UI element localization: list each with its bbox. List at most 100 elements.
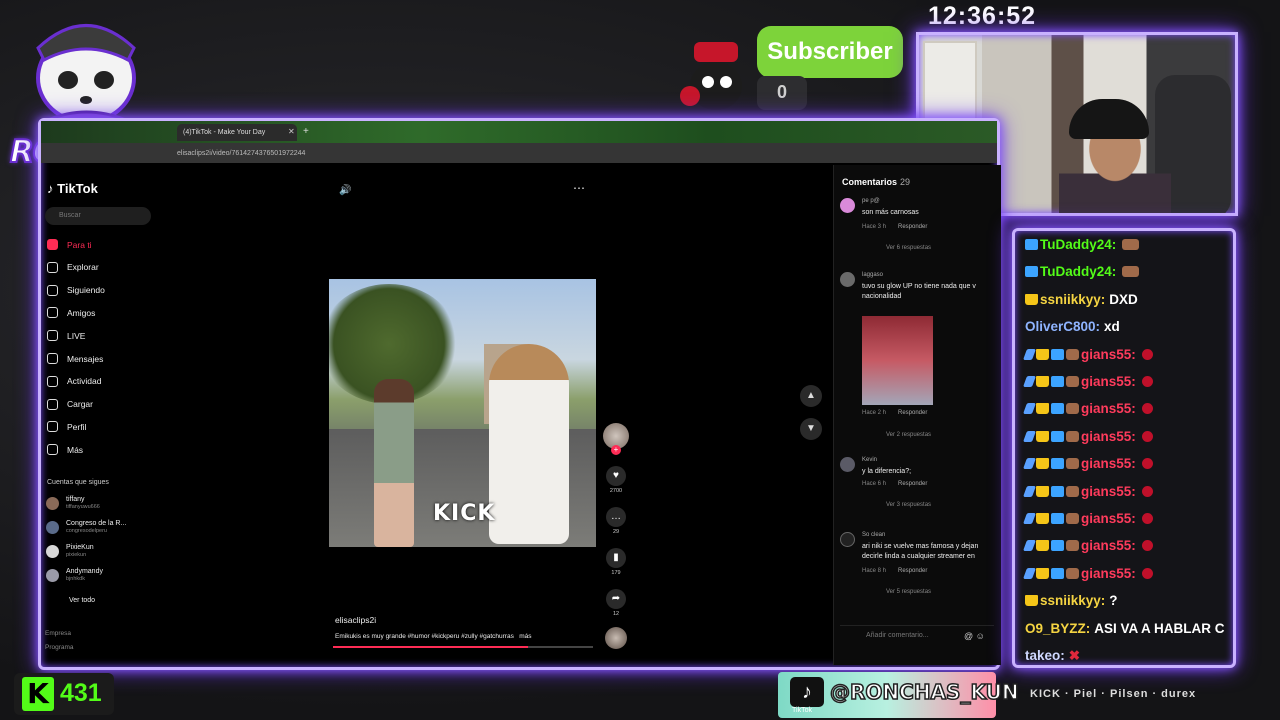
chat-username[interactable]: O9_BYZZ: [1025,621,1090,636]
chat-username[interactable]: ssniikkyy: [1040,292,1105,307]
comment-user[interactable]: laggaso [862,272,883,278]
following-account[interactable]: Andymandy bjnhkdk [46,568,103,582]
crown-badge-icon [1036,485,1049,497]
following-account[interactable]: tiffany tiffanyuwu666 [46,496,100,510]
chat-username[interactable]: TuDaddy24: [1040,237,1116,252]
chat-username[interactable]: gians55: [1081,347,1136,362]
crown-badge-icon [1036,376,1049,387]
avatar[interactable] [840,272,855,287]
view-replies-link[interactable]: Ver 2 respuestas [886,432,931,438]
follow-plus-icon[interactable]: + [611,445,621,455]
save-button[interactable]: ▮ 179 [604,548,628,576]
tab-close-icon[interactable]: ✕ [288,127,295,136]
reply-link[interactable]: Responder [898,410,927,416]
chat-username[interactable]: takeo: [1025,648,1065,663]
chat-username[interactable]: gians55: [1081,374,1136,389]
comment-user[interactable]: Kevin [862,457,877,463]
tiktok-logo-text: TikTok [57,181,98,196]
comment-user[interactable]: So clean [862,532,885,538]
subscriber-button[interactable]: Subscriber [757,26,903,78]
video-username[interactable]: elisaclips2i [335,615,376,625]
account-text: PixieKun pixiekun [66,544,94,558]
chat-message: gians55: [1022,347,1155,362]
chat-message: takeo: ✖ [1025,648,1080,664]
reply-link[interactable]: Responder [898,481,927,487]
sidebar-item-para-ti[interactable]: Para ti [47,239,92,250]
chat-username[interactable]: OliverC800: [1025,319,1100,334]
music-disc-icon[interactable] [605,627,627,649]
sidebar-item-label: Mensajes [67,353,104,364]
crown-badge-icon [1036,348,1049,360]
save-count: 179 [611,570,621,576]
chat-username[interactable]: gians55: [1081,538,1136,553]
crown-badge-icon [1025,595,1038,607]
sidebar-item-mensajes[interactable]: Mensajes [47,353,103,364]
avatar[interactable] [840,457,855,472]
comments-title: Comentarios [842,177,898,187]
sidebar-item-actividad[interactable]: Actividad [47,375,102,387]
subscriber-mascot-icon [680,42,742,110]
more-link[interactable]: más [519,633,531,640]
sidebar-item-cargar[interactable]: Cargar [47,398,93,410]
view-replies-link[interactable]: Ver 3 respuestas [886,502,931,508]
chat-username[interactable]: gians55: [1081,566,1136,581]
comment-image[interactable] [862,316,933,405]
following-account[interactable]: Congreso de la R... congresodelperu [46,520,126,534]
footer-link[interactable]: Empresa [45,630,71,637]
blue-badge-icon [1025,239,1038,250]
nav-icon [47,421,58,433]
browser-window: (4)TikTok - Make Your Day ✕ + elisaclips… [38,118,1001,670]
chat-username[interactable]: gians55: [1081,401,1136,416]
sidebar-item-explorar[interactable]: Explorar [47,261,99,273]
comment-time: Hace 8 h [862,568,887,574]
sword-badge-icon [1022,348,1037,360]
sword-badge-icon [1022,485,1037,497]
chat-message: gians55: [1022,374,1155,389]
stream-clock: 12:36:52 [928,2,1037,30]
sidebar-item-perfil[interactable]: Perfil [47,421,86,433]
sidebar-item-m-s[interactable]: Más [47,444,83,456]
stream-overlay: 12:36:52 RONCHAS Subscriber 0 (4)TikTok … [0,0,1280,720]
view-replies-link[interactable]: Ver 5 respuestas [886,589,931,595]
chat-username[interactable]: gians55: [1081,456,1136,471]
view-replies-link[interactable]: Ver 6 respuestas [886,245,931,251]
mention-icon[interactable]: @ ☺ [964,631,985,641]
more-options-icon[interactable]: ⋯ [573,181,585,195]
share-button[interactable]: ➦ 12 [604,589,628,617]
kick-watermark: KICK [433,501,496,526]
chat-username[interactable]: ssniikkyy: [1040,593,1105,608]
nav-icon [47,444,58,456]
sidebar-item-live[interactable]: LIVE [47,330,85,342]
next-video-icon[interactable]: ▼ [800,418,822,440]
chat-username[interactable]: gians55: [1081,429,1136,444]
see-all-link[interactable]: Ver todo [69,597,95,604]
reply-link[interactable]: Responder [898,568,927,574]
comment-user[interactable]: pe p@ [862,198,880,204]
avatar[interactable] [840,532,855,547]
sidebar-item-siguiendo[interactable]: Siguiendo [47,284,105,296]
chat-username[interactable]: gians55: [1081,511,1136,526]
browser-tab[interactable]: (4)TikTok - Make Your Day [177,124,297,141]
chat-username[interactable]: TuDaddy24: [1040,264,1116,279]
volume-icon[interactable]: 🔊 [339,185,351,196]
like-button[interactable]: ♥ 2700 [604,466,628,494]
video-player[interactable]: KICK [329,279,596,547]
tiktok-logo[interactable]: ♪ TikTok [47,181,98,196]
following-account[interactable]: PixieKun pixiekun [46,544,94,558]
prev-video-icon[interactable]: ▲ [800,385,822,407]
avatar[interactable] [840,198,855,213]
account-handle: pixiekun [66,552,87,558]
search-input[interactable]: Buscar [45,207,151,225]
reply-link[interactable]: Responder [898,224,927,230]
comment-icon: … [606,507,626,527]
sidebar-item-label: Explorar [67,262,99,273]
nav-icon [47,284,58,296]
chat-username[interactable]: gians55: [1081,484,1136,499]
new-tab-icon[interactable]: + [303,126,309,137]
sword-badge-icon [1022,430,1037,442]
chat-message: gians55: [1022,538,1155,553]
footer-link[interactable]: Programa [45,644,74,651]
emote-badge-icon [1066,485,1079,497]
comment-button[interactable]: … 29 [604,507,628,535]
sidebar-item-amigos[interactable]: Amigos [47,307,95,319]
